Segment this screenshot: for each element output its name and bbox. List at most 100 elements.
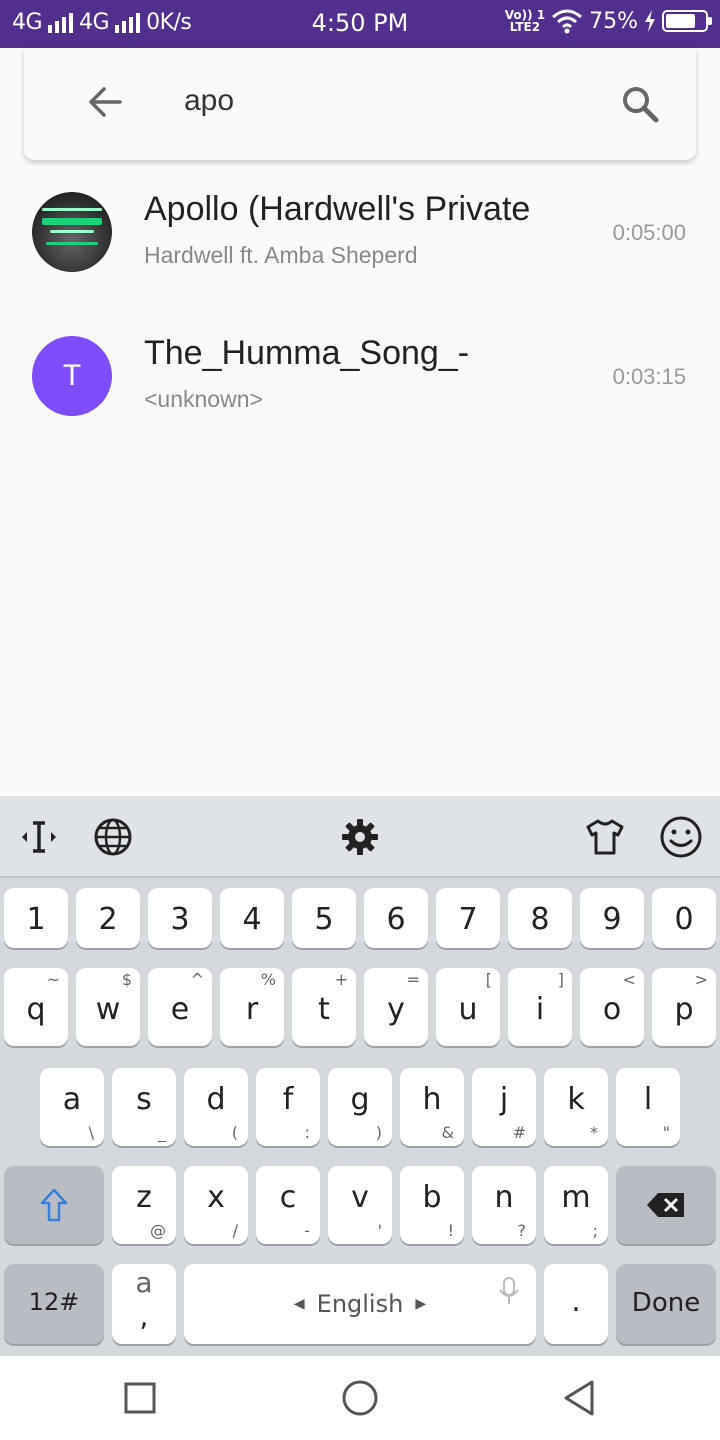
key-o[interactable]: o < (580, 968, 644, 1046)
key-hint: - (304, 1221, 310, 1240)
cursor-icon (22, 821, 56, 853)
key-hint: & (441, 1123, 454, 1142)
status-bar: 4G 4G 0K/s 4:50 PM Vo)) 1 LTE2 75% (0, 0, 720, 48)
emoji-icon (660, 816, 702, 858)
key-label: x (207, 1180, 225, 1215)
chevron-right-icon: ▶ (415, 1296, 427, 1312)
key-hint: @ (150, 1221, 166, 1240)
key-y[interactable]: y = (364, 968, 428, 1046)
key-q[interactable]: q ~ (4, 968, 68, 1046)
list-item[interactable]: Apollo (Hardwell's Private Hardwell ft. … (0, 160, 720, 304)
language-button[interactable] (90, 814, 136, 860)
key-i[interactable]: i] (508, 968, 572, 1046)
key-label: y (387, 992, 405, 1027)
key-v[interactable]: v ' (328, 1166, 392, 1244)
space-key[interactable]: ◀ English ▶ (184, 1264, 536, 1344)
symbols-label: 12# (28, 1288, 80, 1316)
key-label: 2 (98, 902, 118, 937)
volte-icon: Vo)) 1 LTE2 (505, 9, 545, 33)
key-label: o (602, 992, 622, 1027)
key-hint: ? (517, 1221, 527, 1240)
period-key[interactable]: . (544, 1264, 608, 1344)
wifi-icon (552, 9, 583, 34)
done-key[interactable]: Done (616, 1264, 716, 1344)
key-f[interactable]: f: (256, 1068, 320, 1146)
key-hint: ' (377, 1221, 382, 1240)
key-hint: _ (158, 1123, 166, 1142)
key-0[interactable]: 0 (652, 888, 716, 948)
recents-icon[interactable] (122, 1380, 158, 1416)
backspace-key[interactable] (616, 1166, 716, 1244)
cursor-button[interactable] (16, 814, 62, 860)
key-5[interactable]: 5 (292, 888, 356, 948)
search-button[interactable] (618, 82, 662, 126)
key-label: s (136, 1082, 152, 1117)
key-k[interactable]: k * (544, 1068, 608, 1146)
key-e[interactable]: e ^ (148, 968, 212, 1046)
key-p[interactable]: p > (652, 968, 716, 1046)
key-2[interactable]: 2 (76, 888, 140, 948)
key-t[interactable]: t + (292, 968, 356, 1046)
theme-button[interactable] (582, 814, 628, 860)
list-item[interactable]: T The_Humma_Song_- <unknown> 0:03:15 (0, 304, 720, 448)
key-6[interactable]: 6 (364, 888, 428, 948)
settings-button[interactable] (337, 814, 383, 860)
back-button[interactable] (84, 80, 128, 124)
key-label: b (422, 1180, 442, 1215)
key-8[interactable]: 8 (508, 888, 572, 948)
key-label: v (351, 1180, 369, 1215)
globe-icon (94, 818, 132, 856)
key-s[interactable]: s _ (112, 1068, 176, 1146)
key-9[interactable]: 9 (580, 888, 644, 948)
key-3[interactable]: 3 (148, 888, 212, 948)
key-label: w (95, 992, 121, 1027)
key-x[interactable]: x / (184, 1166, 248, 1244)
key-label: q (26, 992, 46, 1027)
symbols-key[interactable]: 12# (4, 1264, 104, 1344)
key-n[interactable]: n? (472, 1166, 536, 1244)
key-r[interactable]: r% (220, 968, 284, 1046)
microphone-icon (499, 1277, 519, 1304)
key-hint: / (232, 1221, 238, 1240)
emoji-button[interactable] (658, 814, 704, 860)
key-label: f (282, 1082, 294, 1117)
key-l[interactable]: l " (616, 1068, 680, 1146)
key-1[interactable]: 1 (4, 888, 68, 948)
key-j[interactable]: j # (472, 1068, 536, 1146)
keyboard-toolbar (0, 796, 720, 878)
comma-key-main: a (135, 1266, 153, 1299)
search-input[interactable]: apo (184, 84, 234, 118)
key-hint: * (590, 1123, 598, 1142)
key-g[interactable]: g) (328, 1068, 392, 1146)
backspace-icon (647, 1193, 684, 1217)
key-label: u (458, 992, 478, 1027)
key-d[interactable]: d( (184, 1068, 248, 1146)
key-hint: ) (375, 1123, 382, 1142)
done-label: Done (631, 1288, 701, 1318)
key-label: c (279, 1180, 297, 1215)
home-icon[interactable] (340, 1378, 380, 1418)
key-label: 7 (458, 902, 478, 937)
key-7[interactable]: 7 (436, 888, 500, 948)
song-duration: 0:03:15 (612, 364, 686, 389)
key-m[interactable]: m; (544, 1166, 608, 1244)
key-label: p (674, 992, 694, 1027)
key-label: 6 (386, 902, 406, 937)
key-4[interactable]: 4 (220, 888, 284, 948)
key-hint: = (406, 970, 420, 989)
lte-label: LTE2 (509, 20, 541, 34)
search-bar: apo (24, 48, 696, 160)
key-z[interactable]: z @ (112, 1166, 176, 1244)
key-hint: ! (447, 1221, 454, 1240)
key-a[interactable]: a \ (40, 1068, 104, 1146)
shift-key[interactable] (4, 1166, 104, 1244)
key-hint: \ (88, 1123, 94, 1142)
key-h[interactable]: h & (400, 1068, 464, 1146)
key-hint: " (662, 1123, 670, 1142)
key-b[interactable]: b! (400, 1166, 464, 1244)
back-nav-icon[interactable] (560, 1378, 600, 1418)
key-u[interactable]: u[ (436, 968, 500, 1046)
comma-key[interactable]: a, (112, 1264, 176, 1344)
key-c[interactable]: c- (256, 1166, 320, 1244)
key-w[interactable]: w $ (76, 968, 140, 1046)
